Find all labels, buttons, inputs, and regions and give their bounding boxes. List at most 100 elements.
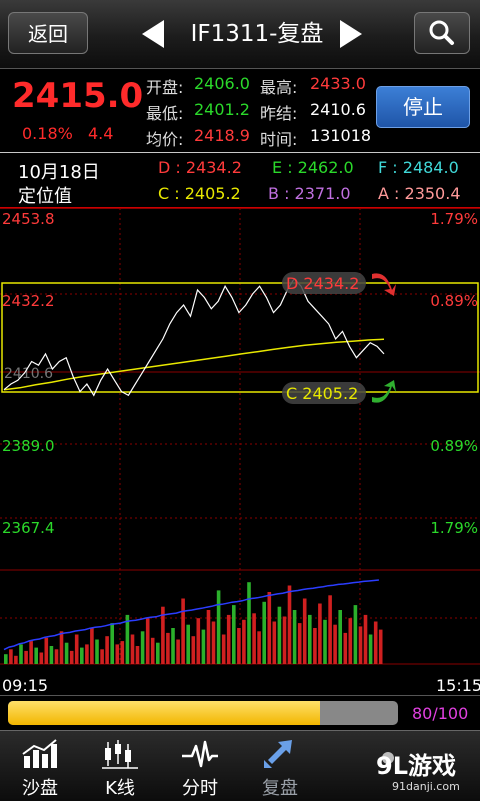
volume-bar	[140, 631, 145, 664]
tab-replay[interactable]: 复盘	[240, 732, 320, 800]
tab-replay-label: 复盘	[262, 778, 298, 799]
volume-bar	[287, 585, 292, 664]
volume-bar	[211, 621, 216, 664]
replay-date: 10月18日	[18, 162, 100, 183]
volume-bar	[221, 634, 226, 664]
volume-bar	[206, 610, 211, 664]
volume-bar	[19, 644, 23, 664]
volume-bar	[313, 628, 317, 664]
volume-bar	[318, 603, 322, 664]
tab-kline[interactable]: K线	[80, 732, 160, 800]
volume-bar	[69, 650, 74, 664]
volume-bar	[262, 601, 266, 664]
volume-bar	[216, 590, 221, 664]
replay-progress-bar[interactable]	[8, 701, 398, 725]
volume-bar	[232, 605, 236, 664]
volume-bar	[358, 626, 363, 664]
level-a: A : 2350.4	[378, 184, 461, 203]
volume-bar	[378, 629, 383, 664]
time-start-label: 09:15	[2, 676, 49, 695]
back-button[interactable]: 返回	[8, 12, 88, 54]
volume-bar	[105, 636, 109, 664]
volume-bar	[323, 619, 327, 664]
watermark-text: 9L游戏	[376, 752, 456, 780]
open-label: 开盘:	[146, 78, 184, 97]
volume-bar	[80, 647, 84, 664]
prev-close-label: 昨结:	[260, 104, 298, 123]
low-label: 最低:	[146, 104, 184, 123]
volume-bar	[247, 582, 251, 664]
time-value: 131018	[310, 126, 372, 145]
y-label-3: 2389.0	[2, 437, 55, 455]
volume-bar	[115, 644, 120, 664]
pct-label-2: 0.89%	[430, 292, 478, 310]
level-c: C : 2405.2	[158, 184, 241, 203]
y-label-top: 2453.8	[2, 210, 55, 228]
volume-bar	[297, 623, 302, 664]
volume-bar	[74, 634, 79, 664]
time-end-label: 15:15	[436, 676, 480, 695]
pct-label-bottom: 1.79%	[430, 519, 478, 537]
prev-arrow-icon[interactable]	[140, 18, 168, 50]
volume-bar	[226, 614, 231, 664]
prev-close-value: 2410.6	[310, 100, 366, 119]
intraday-chart[interactable]: 2453.8 2432.2 2389.0 2367.4 1.79% 0.89% …	[0, 208, 480, 668]
volume-bar	[252, 613, 256, 664]
svg-text:C 2405.2: C 2405.2	[286, 384, 358, 403]
d-level-tag: D 2434.2	[282, 272, 396, 296]
volume-bar	[237, 628, 241, 664]
mid-label: 2410.6	[4, 366, 53, 382]
tab-sandbox-label: 沙盘	[22, 778, 58, 799]
high-label: 最高:	[260, 78, 298, 97]
volume-bar	[363, 614, 368, 664]
volume-bar	[282, 616, 287, 664]
volume-bar	[171, 628, 175, 664]
volume-bar	[191, 636, 196, 664]
avg-value: 2418.9	[194, 126, 250, 145]
search-icon	[429, 20, 454, 45]
volume-bar	[181, 598, 185, 664]
volume-bar	[308, 614, 312, 664]
tab-sandbox[interactable]: 沙盘	[0, 732, 80, 800]
volume-bar	[49, 646, 54, 664]
volume-bar	[257, 631, 261, 664]
volume-bar	[292, 610, 297, 664]
volume-bar	[34, 647, 38, 664]
level-d: D : 2434.2	[158, 158, 242, 177]
volume-bar	[242, 619, 246, 664]
volume-bar	[156, 642, 160, 664]
stop-button[interactable]: 停止	[376, 86, 470, 128]
pulse-icon	[182, 740, 218, 768]
volume-bar	[54, 649, 59, 664]
volume-bar	[150, 637, 155, 664]
volume-bar	[24, 650, 28, 664]
volume-bar	[373, 621, 378, 664]
pct-label-top: 1.79%	[430, 210, 478, 228]
replay-progress-fill	[8, 701, 320, 725]
volume-bar	[302, 598, 307, 664]
level-f: F : 2484.0	[378, 158, 459, 177]
volume-bar	[277, 606, 282, 664]
volume-bar	[343, 632, 348, 664]
volume-bar	[100, 649, 104, 664]
volume-bar	[368, 634, 373, 664]
volume-bar	[328, 595, 332, 664]
volume-bars	[4, 582, 383, 664]
next-arrow-icon[interactable]	[336, 18, 364, 50]
open-value: 2406.0	[194, 74, 250, 93]
low-value: 2401.2	[194, 100, 250, 119]
level-e: E : 2462.0	[272, 158, 354, 177]
watermark-url: 91danji.com	[392, 780, 460, 793]
time-label: 时间:	[260, 130, 298, 149]
chart-grid	[0, 208, 480, 665]
volume-bar	[201, 629, 206, 664]
tab-intraday[interactable]: 分时	[160, 732, 240, 800]
svg-text:D 2434.2: D 2434.2	[286, 274, 359, 293]
replay-progress-label: 80/100	[412, 704, 469, 723]
volume-bar	[348, 618, 353, 664]
divider	[0, 152, 480, 153]
search-button[interactable]	[414, 12, 470, 54]
candlestick-icon	[102, 740, 138, 769]
y-label-bottom: 2367.4	[2, 519, 55, 537]
volume-bar	[59, 631, 64, 664]
